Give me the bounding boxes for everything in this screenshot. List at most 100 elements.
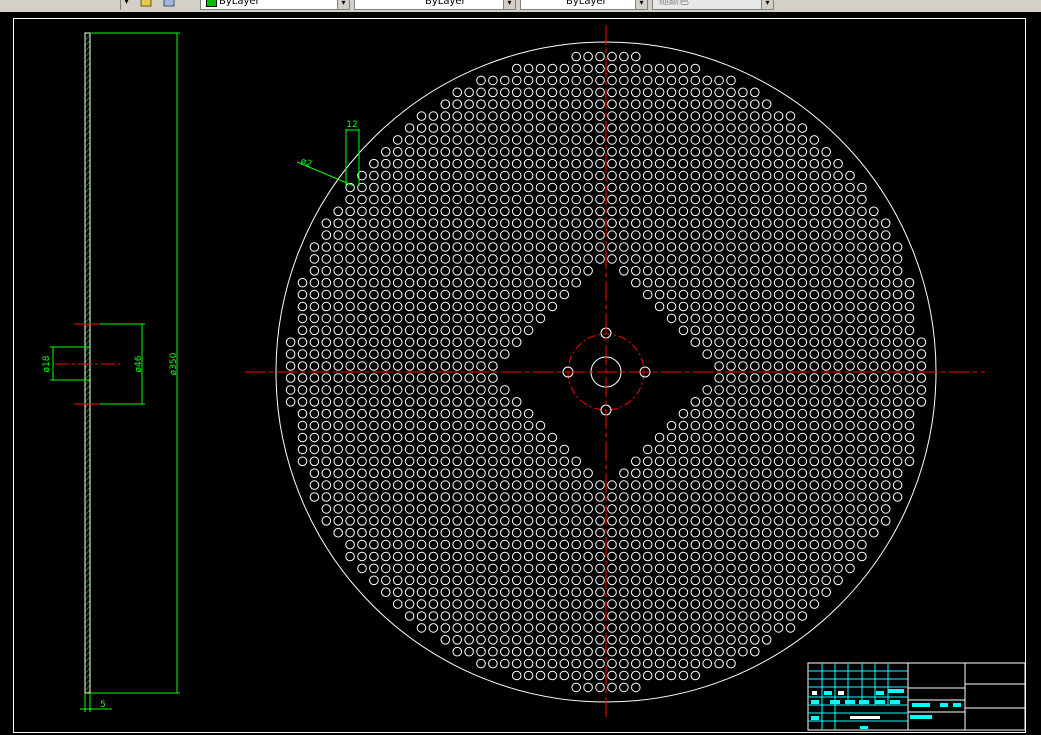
perforation-hole [357,516,367,526]
perforation-hole [631,468,641,479]
perforation-hole [904,432,915,443]
perforation-hole [452,147,463,157]
perforation-hole [654,170,665,181]
perforation-hole [631,527,641,538]
perforation-hole [476,218,486,228]
perforation-hole [607,492,617,502]
perforation-hole [750,313,760,324]
perforation-hole [678,539,689,550]
perforation-hole [428,301,439,312]
perforation-hole [464,277,474,288]
perforation-hole [440,218,451,228]
perforation-hole [476,444,486,455]
perforation-hole [880,230,891,240]
perforation-hole [678,492,689,502]
perforation-hole [488,575,498,586]
perforation-hole [690,170,701,181]
perforation-hole [690,408,701,419]
perforation-hole [761,373,772,383]
perforation-hole [892,397,903,407]
perforation-hole [797,349,808,359]
perforation-hole [559,99,570,109]
perforation-hole [833,551,843,562]
perforation-hole [702,444,713,455]
perforation-hole [738,206,748,217]
dropdown-arrow-icon[interactable]: ▾ [120,0,132,10]
perforation-hole [321,254,332,264]
perforation-hole [619,563,629,574]
perforation-hole [738,266,748,276]
perforation-hole [761,468,772,479]
perforation-hole [690,623,701,633]
perforation-hole [904,456,915,467]
perforation-hole [488,527,498,538]
perforation-hole [797,468,808,479]
perforation-hole [297,301,308,312]
perforation-hole [583,99,593,109]
perforation-hole [440,480,451,490]
perforation-hole [666,611,677,621]
perforation-hole [678,147,689,157]
perforation-hole [523,444,534,455]
perforation-hole [488,539,498,550]
perforation-hole [892,420,903,431]
layer-previous-icon[interactable] [163,0,175,8]
linetype-control-select[interactable]: ByLayer ▾ [354,0,516,10]
perforation-hole [476,420,486,431]
perforation-hole [595,527,605,538]
perforation-hole [750,575,760,586]
perforation-hole [500,504,510,514]
perforation-hole [476,75,486,86]
perforation-hole [607,563,617,574]
perforation-hole [702,266,713,276]
perforation-hole [476,432,486,443]
chevron-down-icon[interactable]: ▾ [635,0,647,9]
perforation-hole [785,337,796,348]
chevron-down-icon[interactable]: ▾ [761,0,773,9]
perforation-hole [595,135,605,145]
perforation-hole [678,527,689,538]
perforation-hole [726,563,736,574]
perforation-hole [726,444,736,455]
perforation-hole [773,408,784,419]
perforation-hole [369,385,379,395]
perforation-hole [452,587,463,598]
perforation-hole [345,313,355,324]
perforation-hole [809,361,820,371]
lineweight-control-select[interactable]: ByLayer ▾ [520,0,648,10]
perforation-hole [523,135,534,145]
perforation-hole [392,194,403,205]
perforation-hole [464,182,474,193]
outer-dimension-label: ø350 [169,352,179,375]
perforation-hole [750,373,760,383]
layer-states-icon[interactable] [140,0,152,8]
chevron-down-icon[interactable]: ▾ [337,0,349,9]
perforation-hole [797,444,808,455]
perforation-hole [845,420,855,431]
perforation-hole [714,182,724,193]
perforation-hole [761,635,772,645]
perforation-hole [785,361,796,371]
perforation-hole [880,385,891,395]
perforation-hole [773,194,784,205]
perforation-hole [357,563,367,574]
perforation-hole [523,587,534,598]
perforation-hole [892,254,903,264]
perforation-hole [595,254,605,264]
plotstyle-control-select[interactable]: 随颜色 ▾ [652,0,774,10]
drawing-canvas[interactable]: ø18 ø46 ø350 5 12 ø2 [0,12,1041,735]
perforation-hole [619,468,629,479]
chevron-down-icon[interactable]: ▾ [503,0,515,9]
perforation-hole [321,337,332,348]
perforation-hole [726,623,736,633]
perforation-hole [678,516,689,526]
perforation-hole [857,468,867,479]
color-control-select[interactable]: ByLayer ▾ [200,0,350,10]
perforation-hole [392,277,403,288]
perforation-hole [464,444,474,455]
title-block [807,662,1026,731]
perforation-hole [714,492,724,502]
perforation-hole [654,646,665,657]
perforation-hole [642,551,653,562]
perforation-hole [571,599,582,609]
